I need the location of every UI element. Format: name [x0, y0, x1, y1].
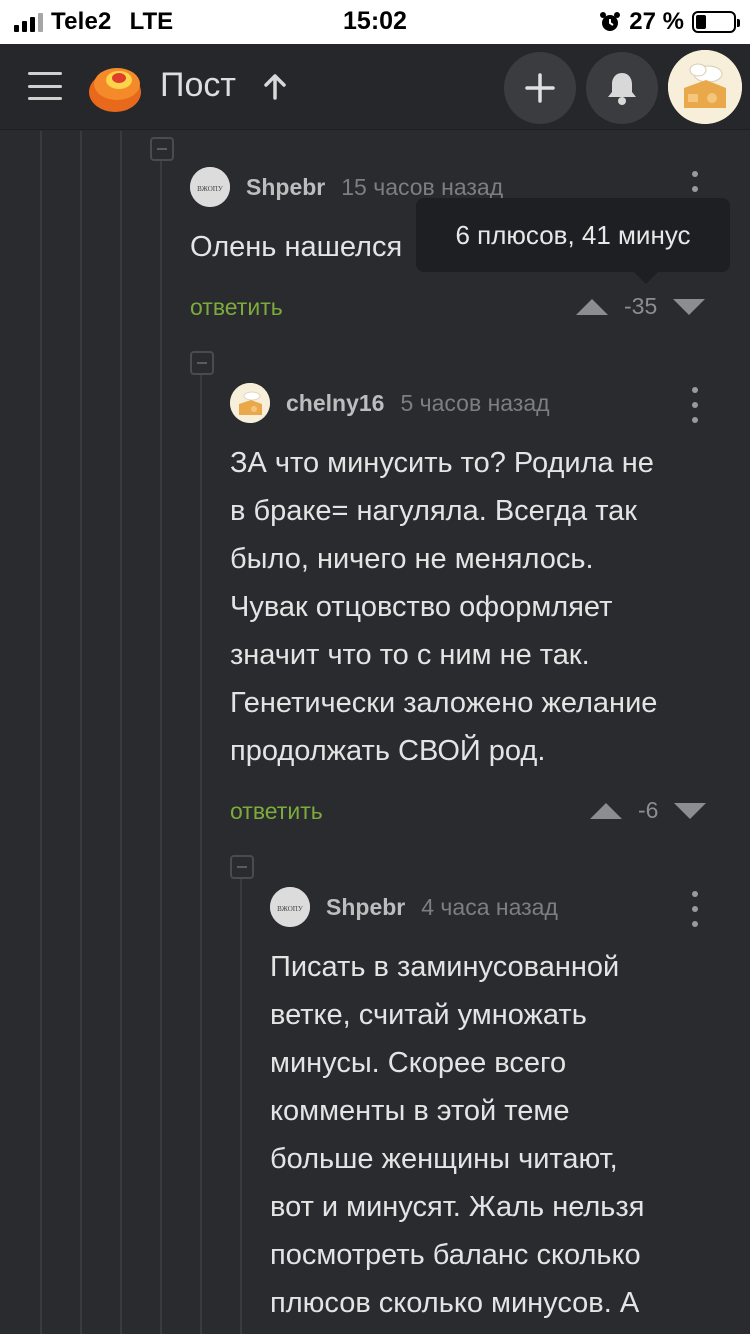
comment-line: Генетически заложено желание — [230, 687, 658, 719]
battery-level — [696, 15, 706, 29]
comment-time[interactable]: 15 часов назад — [341, 174, 503, 201]
downvote-icon[interactable] — [672, 801, 708, 821]
app-header: Пост — [0, 44, 750, 130]
battery-icon — [692, 11, 740, 33]
more-options-icon[interactable] — [690, 387, 700, 423]
avatar-image — [230, 383, 270, 423]
downvote-icon[interactable] — [671, 297, 707, 317]
comment-line: комменты в этой теме — [270, 1095, 570, 1127]
reply-button[interactable]: ответить — [190, 294, 283, 321]
comment-rating: -6 — [588, 797, 708, 824]
rating-value[interactable]: -6 — [638, 797, 658, 824]
collapse-toggle[interactable] — [150, 137, 174, 161]
comment-line: плюсов сколько минусов. А — [270, 1287, 640, 1319]
comment-line: посмотреть баланс сколько — [270, 1239, 641, 1271]
thread-line — [200, 375, 202, 1334]
status-right: 27 % — [599, 8, 740, 36]
bell-icon — [608, 73, 636, 105]
thread-line — [40, 131, 42, 1334]
more-options-icon[interactable] — [690, 891, 700, 927]
comment-time[interactable]: 5 часов назад — [400, 390, 549, 417]
collapse-toggle[interactable] — [230, 855, 254, 879]
comment-line: вот и минусят. Жаль нельзя — [270, 1191, 645, 1223]
reply-button[interactable]: ответить — [230, 798, 323, 825]
comment-avatar[interactable]: ВЖОПУ — [270, 887, 310, 927]
avatar-image — [668, 50, 742, 124]
svg-text:ВЖОПУ: ВЖОПУ — [197, 185, 223, 193]
avatar-image: ВЖОПУ — [190, 167, 230, 207]
comment-body: ЗА что минусить то? Родила не в браке= н… — [230, 439, 657, 775]
comment-line: минусы. Скорее всего — [270, 1047, 567, 1079]
status-bar: Tele2 LTE 15:02 27 % — [0, 0, 750, 44]
add-post-button[interactable] — [504, 52, 576, 124]
thread-line — [80, 131, 82, 1334]
rating-tooltip: 6 плюсов, 41 минус — [416, 198, 730, 284]
alarm-icon — [600, 12, 621, 31]
comment-author[interactable]: Shpebr — [246, 174, 325, 201]
upvote-icon[interactable] — [588, 801, 624, 821]
thread-line — [160, 161, 162, 1334]
comment-line: ЗА что минусить то? Родила не — [230, 447, 654, 479]
comment-author[interactable]: Shpebr — [326, 894, 405, 921]
user-avatar[interactable] — [668, 50, 742, 124]
comment-line: было, ничего не менялось. — [230, 543, 594, 575]
thread-line — [240, 879, 242, 1334]
comment-header: ВЖОПУ Shpebr 4 часа назад — [270, 887, 558, 927]
thread-line — [120, 131, 122, 1334]
comment-header: chelny16 5 часов назад — [230, 383, 550, 423]
comment-line: значит что то с ним не так. — [230, 639, 590, 671]
comment-body: Писать в заминусованной ветке, считай ум… — [270, 943, 644, 1327]
comment-line: ветке, считай умножать — [270, 999, 587, 1031]
notifications-button[interactable] — [586, 52, 658, 124]
page-title: Пост — [160, 66, 236, 104]
svg-text:ВЖОПУ: ВЖОПУ — [277, 905, 303, 913]
comment-rating: -35 — [574, 293, 707, 320]
comment-avatar[interactable]: ВЖОПУ — [190, 167, 230, 207]
comment-line: продолжать СВОЙ род. — [230, 735, 546, 767]
arrow-up-icon[interactable] — [262, 72, 288, 102]
comment-author[interactable]: chelny16 — [286, 390, 384, 417]
page: Tele2 LTE 15:02 27 % Пост ВЖОПУ Shpebr 1… — [0, 0, 750, 1334]
comment-avatar[interactable] — [230, 383, 270, 423]
battery-percent: 27 % — [629, 8, 684, 35]
avatar-image: ВЖОПУ — [270, 887, 310, 927]
comments-area: ВЖОПУ Shpebr 15 часов назад Олень нашелс… — [0, 131, 750, 1334]
rating-value[interactable]: -35 — [624, 293, 657, 320]
pikabu-logo[interactable] — [86, 58, 144, 116]
comment-line: Чувак отцовство оформляет — [230, 591, 613, 623]
collapse-toggle[interactable] — [190, 351, 214, 375]
menu-icon[interactable] — [28, 72, 62, 100]
upvote-icon[interactable] — [574, 297, 610, 317]
comment-body: Олень нашелся — [190, 231, 403, 263]
comment-time[interactable]: 4 часа назад — [421, 894, 558, 921]
comment-line: Писать в заминусованной — [270, 951, 620, 983]
comment-line: в браке= нагуляла. Всегда так — [230, 495, 637, 527]
plus-icon — [525, 73, 555, 103]
comment-line: больше женщины читают, — [270, 1143, 618, 1175]
